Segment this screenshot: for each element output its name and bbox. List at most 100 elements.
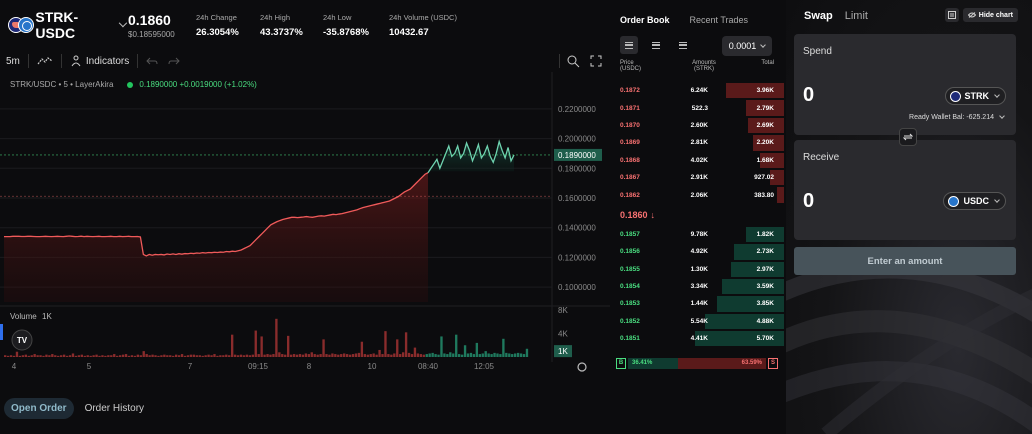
volume-bar [281,354,284,357]
row-total: 3.59K [756,283,774,291]
volume-bar [39,355,42,357]
strk-logo-icon [949,90,961,102]
ask-row[interactable]: 0.1867 2.91K 927.02 [612,169,784,186]
bid-row[interactable]: 0.1857 9.78K 1.82K [612,226,784,243]
sell-ratio-badge: S [768,357,778,369]
indicators-label: Indicators [85,55,130,67]
ask-row[interactable]: 0.1868 4.02K 1.68K [612,152,784,169]
stat-value: 26.3054% [196,26,239,38]
price-tick-label: 0.1200000 [558,253,596,262]
hide-chart-button[interactable]: Hide chart [962,8,1018,22]
time-tick-label: 5 [87,362,92,371]
price-tick-label: 0.1800000 [558,164,596,173]
row-price: 0.1862 [620,191,640,199]
volume-bar [416,353,420,357]
volume-bar [163,354,166,357]
volume-bar [236,355,240,357]
view-both-button[interactable] [620,36,638,54]
volume-bar [289,354,293,357]
volume-bar [6,355,10,357]
volume-bar [83,355,86,357]
tab-recent-trades[interactable]: Recent Trades [690,15,749,25]
row-price: 0.1854 [620,283,640,291]
enter-amount-button[interactable]: Enter an amount [794,247,1016,275]
bid-row[interactable]: 0.1854 3.34K 3.59K [612,278,784,295]
chevron-down-icon [994,196,1000,203]
view-bids-button[interactable] [647,36,665,54]
bid-row[interactable]: 0.1856 4.92K 2.73K [612,243,784,260]
volume-bar [15,351,19,357]
time-tick-label: 4 [12,362,17,371]
row-amount: 6.24K [690,87,708,95]
row-total: 2.73K [756,248,774,256]
volume-bar [325,354,328,357]
volume-bar [86,355,89,357]
volume-bar [154,355,157,357]
ask-row[interactable]: 0.1869 2.81K 2.20K [612,134,784,151]
redo-icon[interactable] [168,56,180,66]
mid-price: 0.1860 ↓ [612,204,784,226]
indicators-button[interactable]: Indicators [70,55,129,67]
chart-svg[interactable]: 0.2200000 0.2000000 0.1800000 0.1600000 0.14… [0,72,610,378]
legend-pair: STRK/USDC • 5 • LayerAkira [10,80,114,89]
gear-icon[interactable] [577,362,587,372]
ask-row[interactable]: 0.1872 6.24K 3.96K [612,82,784,99]
receive-token-select[interactable]: USDC [943,192,1006,210]
view-asks-button[interactable] [674,36,692,54]
tick-size-select[interactable]: 0.0001 [722,36,772,56]
spend-amount-input[interactable]: 0 [803,84,814,107]
time-tick-label: 08:40 [418,362,439,371]
stat-24h-volume: 24h Volume (USDC) 10432.67 [389,13,489,38]
tab-open-order[interactable]: Open Order [4,397,74,419]
row-amount: 2.91K [690,174,708,182]
wallet-balance[interactable]: Ready Wallet Bal: -625.214 [909,113,1005,121]
bid-row[interactable]: 0.1852 5.54K 4.88K [612,313,784,330]
volume-bar [357,352,361,357]
settings-button[interactable] [944,8,959,22]
volume-bar [145,354,148,357]
volume-bar [4,355,7,357]
ask-row[interactable]: 0.1870 2.60K 2.69K [612,117,784,134]
price-chart[interactable]: 0.2200000 0.2000000 0.1800000 0.1600000 0.14… [0,72,610,378]
volume-bar [136,354,140,357]
volume-bar [80,354,83,357]
stat-24h-low: 24h Low -35.8768% [323,13,389,38]
interval-button[interactable]: 5m [6,56,20,67]
ask-row[interactable]: 0.1871 522.3 2.79K [612,99,784,116]
drag-handle[interactable] [0,324,3,340]
volume-bar [139,355,142,357]
tab-order-history[interactable]: Order History [78,398,151,419]
volume-bar [195,355,198,357]
price-tick-label: 0.1600000 [558,194,596,203]
fullscreen-icon[interactable] [590,55,602,67]
tab-swap[interactable]: Swap [804,10,833,22]
row-amount: 1.44K [690,300,708,308]
screenshot-icon[interactable] [566,54,580,68]
tab-limit[interactable]: Limit [845,10,868,22]
spend-card: Spend 0 STRK Ready Wallet Bal: -625.214 [794,34,1016,135]
spend-token-select[interactable]: STRK [944,87,1006,105]
swap-direction-button[interactable] [899,128,917,146]
volume-bar [101,355,104,357]
chart-type-button[interactable] [37,56,53,66]
pair-selector[interactable]: STRK-USDC [8,9,128,41]
volume-bar [307,354,310,357]
bid-row[interactable]: 0.1853 1.44K 3.85K [612,295,784,312]
ask-row[interactable]: 0.1862 2.06K 383.80 [612,186,784,203]
volume-value: 1K [42,312,52,321]
bid-row[interactable]: 0.1855 1.30K 2.97K [612,261,784,278]
volume-bar [519,353,523,357]
bid-row[interactable]: 0.1851 4.41K 5.70K [612,330,784,347]
volume-bar [372,353,375,357]
undo-icon[interactable] [146,56,158,66]
volume-bar [298,354,302,357]
volume-bar [177,355,181,357]
volume-bar [484,351,487,357]
volume-bar [328,354,331,357]
tab-order-book[interactable]: Order Book [620,15,670,25]
row-amount: 9.78K [690,230,708,238]
eye-off-icon [967,12,976,18]
volume-bar [180,354,184,357]
volume-bar [440,336,443,357]
row-price: 0.1869 [620,139,640,147]
